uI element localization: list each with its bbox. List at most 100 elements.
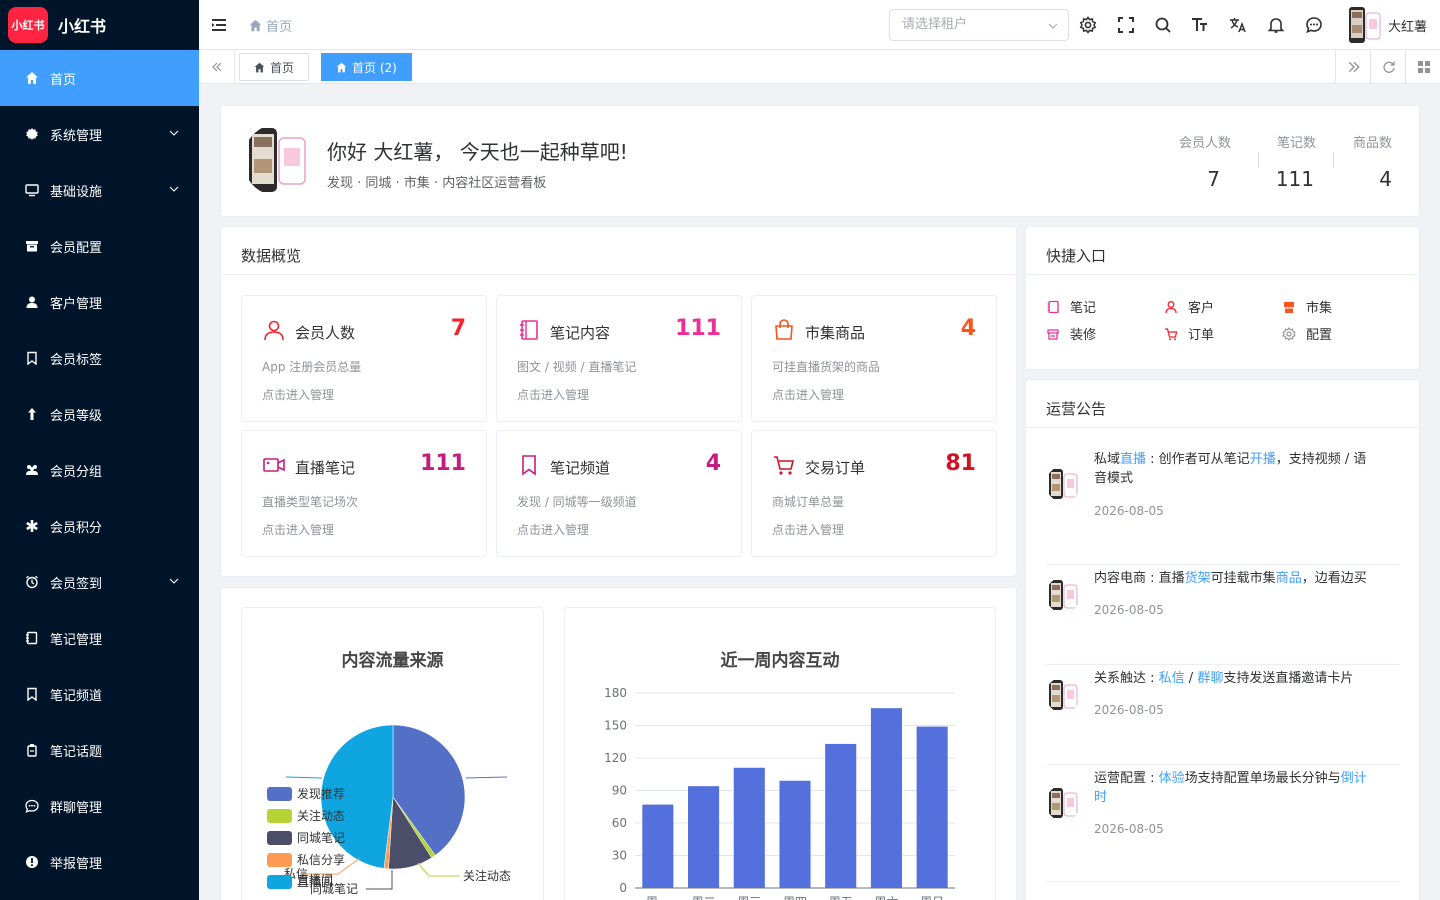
notice-link[interactable]: 群聊 — [1197, 671, 1223, 686]
notice-text: 私域直播 : 创作者可从笔记开播，支持视频 / 语音模式 — [1094, 450, 1366, 488]
sidebar-item-member-group[interactable]: 会员分组 — [0, 442, 199, 498]
legend-item[interactable]: 私信分享 — [267, 851, 345, 868]
sidebar-item-home[interactable]: 首页 — [0, 50, 199, 106]
tab-home-2[interactable]: 首页 (2) — [321, 53, 412, 81]
tile-title: 笔记内容 — [550, 324, 611, 342]
stat-tile-members[interactable]: 会员人数 7 App 注册会员总量 点击进入管理 — [241, 295, 487, 422]
legend-item[interactable]: 直播间 — [267, 873, 333, 890]
quick-entry-customers[interactable]: 客户 — [1164, 297, 1214, 316]
home-icon — [336, 62, 347, 72]
sidebar-item-member-config[interactable]: 会员配置 — [0, 218, 199, 274]
tabs-scroll-left-button[interactable] — [199, 50, 235, 83]
notice-link[interactable]: 私信 — [1159, 671, 1185, 686]
tile-description: 商城订单总量 — [772, 495, 845, 509]
tile-manage-link[interactable]: 点击进入管理 — [772, 521, 844, 538]
translate-icon[interactable] — [1229, 16, 1247, 34]
notice-text-part: 运营配置 : — [1094, 771, 1159, 786]
tab-home[interactable]: 首页 — [239, 53, 310, 81]
notice-link[interactable]: 体验 — [1159, 771, 1185, 786]
quick-entry-orders[interactable]: 订单 — [1164, 324, 1214, 343]
font-size-icon[interactable] — [1191, 16, 1209, 34]
tenant-select[interactable]: 请选择租户 — [889, 9, 1069, 41]
notice-avatar — [1046, 577, 1080, 613]
top-header: 首页 请选择租户 大红薯 — [199, 0, 1440, 50]
notice-link[interactable]: 时 — [1094, 790, 1107, 805]
bar[interactable] — [916, 726, 948, 888]
quick-entry-market[interactable]: 市集 — [1282, 297, 1332, 316]
sidebar-item-member-level[interactable]: 会员等级 — [0, 386, 199, 442]
notice-link[interactable]: 倒计 — [1341, 771, 1367, 786]
bar[interactable] — [870, 708, 902, 888]
username[interactable]: 大红薯 — [1388, 16, 1427, 35]
y-tick-label: 150 — [604, 719, 627, 733]
bar[interactable] — [688, 786, 720, 888]
sidebar-item-notes[interactable]: 笔记管理 — [0, 610, 199, 666]
sidebar-item-customer[interactable]: 客户管理 — [0, 274, 199, 330]
tile-title: 笔记频道 — [550, 459, 611, 477]
bar[interactable] — [779, 780, 811, 888]
quick-entry-config[interactable]: 配置 — [1282, 324, 1332, 343]
notice-date: 2026-08-05 — [1094, 504, 1164, 518]
legend-item[interactable]: 同城笔记 — [267, 829, 345, 846]
stat-tile-channels[interactable]: 笔记频道 4 发现 / 同城等一级频道 点击进入管理 — [496, 430, 742, 557]
tile-manage-link[interactable]: 点击进入管理 — [517, 386, 589, 403]
chat-bubble-icon[interactable] — [1305, 16, 1323, 34]
chevron-down-icon — [169, 186, 179, 192]
notice-item[interactable]: 关系触达 : 私信 / 群聊支持发送直播邀请卡片 2026-08-05 — [1046, 665, 1400, 765]
tabs-menu-button[interactable] — [1405, 50, 1440, 83]
double-chevron-right-icon — [1348, 61, 1360, 72]
legend-item[interactable]: 发现推荐 — [267, 785, 345, 802]
notice-link[interactable]: 开播 — [1250, 452, 1276, 467]
stat-tile-notes[interactable]: 笔记内容 111 图文 / 视频 / 直播笔记 点击进入管理 — [496, 295, 742, 422]
bar[interactable] — [733, 767, 765, 888]
user-avatar[interactable] — [1346, 5, 1384, 45]
breadcrumb[interactable]: 首页 — [249, 16, 292, 35]
sidebar-item-member-points[interactable]: 会员积分 — [0, 498, 199, 554]
bar-chart-card: 近一周内容互动 0306090120150180周一周二周三周四周五周六周日 — [564, 607, 996, 900]
pie-chart-card: 内容流量来源 关注动态 同城笔记 私信 直播间 发现推荐 关注动态 同城笔记 私信分享 直播间 — [241, 607, 544, 900]
notice-link[interactable]: 货架 — [1185, 571, 1211, 586]
sidebar-item-infra[interactable]: 基础设施 — [0, 162, 199, 218]
notice-link[interactable]: 直播 — [1120, 452, 1146, 467]
notice-item[interactable]: 运营配置 : 体验场支持配置单场最长分钟与倒计时 2026-08-05 — [1046, 765, 1400, 882]
logo[interactable]: 小红书 小红书 — [0, 0, 199, 50]
bell-icon[interactable] — [1267, 16, 1285, 34]
welcome-avatar — [243, 124, 313, 196]
sidebar-item-label: 会员积分 — [50, 520, 103, 536]
sidebar-item-member-tag[interactable]: 会员标签 — [0, 330, 199, 386]
search-icon[interactable] — [1154, 16, 1172, 34]
notice-link[interactable]: 商品 — [1276, 571, 1302, 586]
sidebar-item-system[interactable]: 系统管理 — [0, 106, 199, 162]
tabs-scroll-right-button[interactable] — [1335, 50, 1371, 83]
x-tick-label: 周四 — [783, 895, 807, 900]
sidebar-item-report[interactable]: 举报管理 — [0, 834, 199, 890]
sidebar-item-group-chat[interactable]: 群聊管理 — [0, 778, 199, 834]
sidebar-item-note-channel[interactable]: 笔记频道 — [0, 666, 199, 722]
stat-tile-live-notes[interactable]: 直播笔记 111 直播类型笔记场次 点击进入管理 — [241, 430, 487, 557]
chevron-down-icon — [169, 130, 179, 136]
tile-manage-link[interactable]: 点击进入管理 — [262, 386, 334, 403]
notice-item[interactable]: 私域直播 : 创作者可从笔记开播，支持视频 / 语音模式 2026-08-05 — [1046, 446, 1400, 565]
chevron-down-icon — [169, 578, 179, 584]
fullscreen-icon[interactable] — [1117, 16, 1135, 34]
sidebar-item-member-signin[interactable]: 会员签到 — [0, 554, 199, 610]
notice-item[interactable]: 内容电商 : 直播货架可挂载市集商品，边看边买 2026-08-05 — [1046, 565, 1400, 665]
y-tick-label: 60 — [612, 816, 627, 830]
legend-item[interactable]: 关注动态 — [267, 807, 345, 824]
tile-manage-link[interactable]: 点击进入管理 — [517, 521, 589, 538]
stat-tile-goods[interactable]: 市集商品 4 可挂直播货架的商品 点击进入管理 — [751, 295, 997, 422]
stat-tile-orders[interactable]: 交易订单 81 商城订单总量 点击进入管理 — [751, 430, 997, 557]
notebook-icon — [517, 318, 541, 342]
quick-entry-decoration[interactable]: 装修 — [1046, 324, 1096, 343]
tile-title: 直播笔记 — [295, 459, 356, 477]
hamburger-icon[interactable] — [211, 17, 227, 33]
sidebar-item-note-topic[interactable]: 笔记话题 — [0, 722, 199, 778]
sidebar-item-label: 会员配置 — [50, 240, 103, 256]
bar[interactable] — [825, 743, 857, 888]
tile-manage-link[interactable]: 点击进入管理 — [772, 386, 844, 403]
refresh-button[interactable] — [1370, 50, 1406, 83]
quick-entry-notes[interactable]: 笔记 — [1046, 297, 1096, 316]
settings-gear-icon[interactable] — [1079, 16, 1097, 34]
bar[interactable] — [642, 804, 674, 888]
tile-manage-link[interactable]: 点击进入管理 — [262, 521, 334, 538]
